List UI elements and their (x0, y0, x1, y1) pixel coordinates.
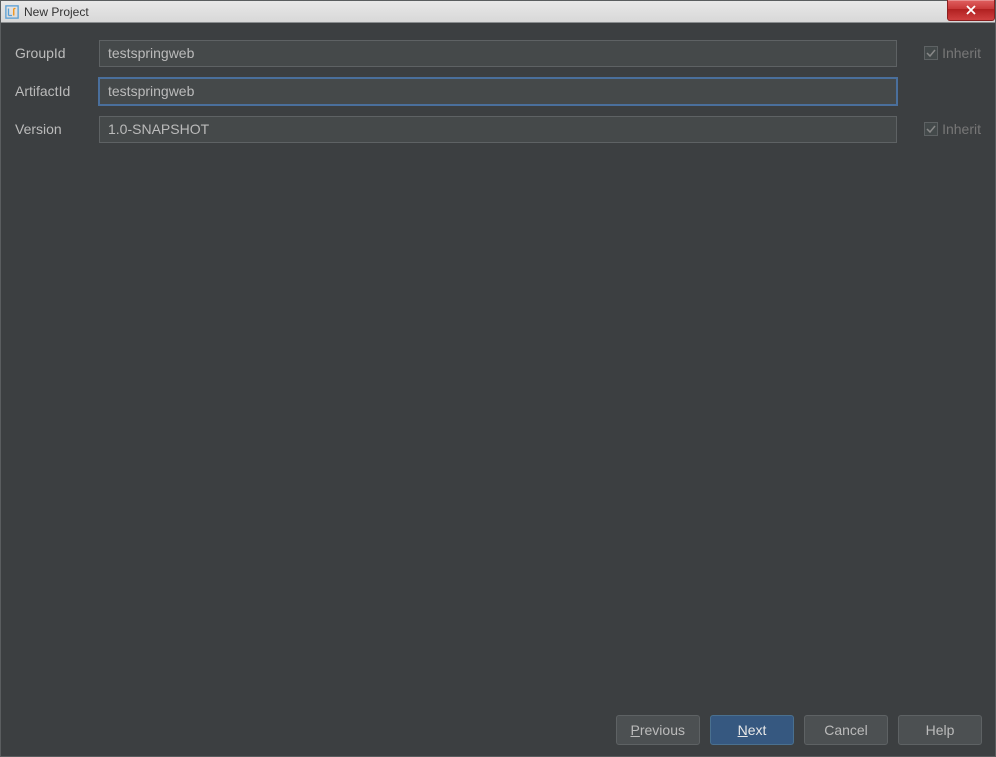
groupid-label: GroupId (15, 45, 99, 61)
version-row: Version Inherit (15, 115, 981, 143)
window-title: New Project (24, 5, 89, 19)
version-input[interactable] (99, 116, 897, 143)
close-button[interactable] (947, 0, 995, 21)
next-button[interactable]: Next (710, 715, 794, 745)
cancel-button[interactable]: Cancel (804, 715, 888, 745)
checkbox-icon (924, 122, 938, 136)
inherit-label: Inherit (942, 45, 981, 61)
version-label: Version (15, 121, 99, 137)
help-button[interactable]: Help (898, 715, 982, 745)
app-icon (4, 4, 20, 20)
inherit-label: Inherit (942, 121, 981, 137)
groupid-row: GroupId Inherit (15, 39, 981, 67)
artifactid-input[interactable] (99, 78, 897, 105)
groupid-inherit[interactable]: Inherit (897, 45, 981, 61)
previous-button[interactable]: Previous (616, 715, 700, 745)
titlebar: New Project (1, 1, 995, 23)
form-area: GroupId Inherit ArtifactId Version Inher… (1, 23, 995, 143)
artifactid-label: ArtifactId (15, 83, 99, 99)
artifactid-row: ArtifactId (15, 77, 981, 105)
checkbox-icon (924, 46, 938, 60)
version-inherit[interactable]: Inherit (897, 121, 981, 137)
groupid-input[interactable] (99, 40, 897, 67)
button-bar: Previous Next Cancel Help (0, 703, 996, 757)
